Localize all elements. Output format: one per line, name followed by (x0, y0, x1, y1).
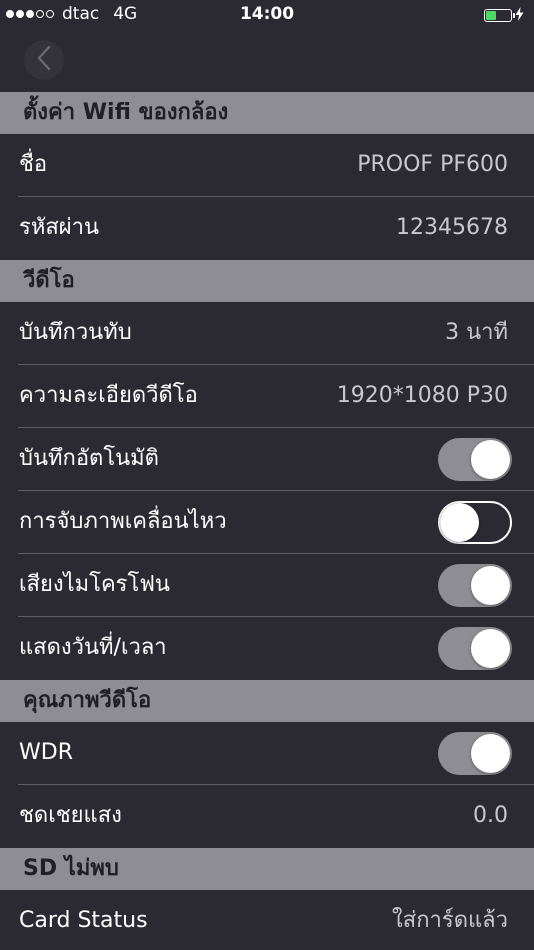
settings-row[interactable]: รหัสผ่าน 12345678 (0, 197, 534, 260)
row-label: รหัสผ่าน (19, 215, 100, 240)
toggle-switch[interactable] (438, 501, 512, 544)
settings-screen: dtac 4G 14:00 ตั้งค่า Wifi ของกล้องชื่อ P… (0, 0, 534, 950)
row-value: 1920*1080 P30 (336, 383, 508, 408)
settings-row[interactable]: แสดงวันที่/เวลา (0, 617, 534, 680)
battery-level (486, 11, 497, 20)
toggle-switch[interactable] (438, 732, 512, 775)
row-value: PROOF PF600 (357, 152, 508, 177)
row-label: ชื่อ (19, 152, 48, 177)
section-header: SD ไม่พบ (0, 848, 534, 890)
status-bar: dtac 4G 14:00 (0, 0, 534, 30)
toggle-switch[interactable] (438, 627, 512, 670)
toggle-knob (471, 566, 510, 605)
toggle-knob (471, 629, 510, 668)
row-value: 3 นาที (445, 320, 508, 345)
settings-row[interactable]: WDR (0, 722, 534, 785)
row-label: Card Status (19, 908, 148, 933)
toggle-knob (440, 503, 479, 542)
settings-row[interactable]: ชื่อ PROOF PF600 (0, 134, 534, 197)
settings-list: ตั้งค่า Wifi ของกล้องชื่อ PROOF PF600 รหัส… (0, 92, 534, 950)
row-label: เสียงไมโครโฟน (19, 572, 170, 597)
settings-row[interactable]: บันทึกอัตโนมัติ (0, 428, 534, 491)
back-button[interactable] (24, 40, 64, 80)
row-label: แสดงวันที่/เวลา (19, 635, 167, 660)
bolt-icon (515, 7, 524, 24)
row-value: ใส่การ์ดแล้ว (392, 908, 508, 933)
row-value: 0.0 (473, 803, 508, 828)
toggle-knob (471, 440, 510, 479)
battery-icon (484, 9, 515, 22)
chevron-left-icon (37, 45, 51, 75)
section-header: ตั้งค่า Wifi ของกล้อง (0, 92, 534, 134)
section-header: วีดีโอ (0, 260, 534, 302)
toggle-knob (471, 734, 510, 773)
settings-row[interactable]: Card Status ใส่การ์ดแล้ว (0, 890, 534, 950)
row-label: บันทึกวนทับ (19, 320, 132, 345)
row-label: ชดเชยแสง (19, 803, 122, 828)
status-time: 14:00 (239, 4, 295, 24)
settings-row[interactable]: การจับภาพเคลื่อนไหว (0, 491, 534, 554)
toggle-switch[interactable] (438, 564, 512, 607)
section-header: คุณภาพวีดีโอ (0, 680, 534, 722)
row-label: ความละเอียดวีดีโอ (19, 383, 198, 408)
settings-row[interactable]: ความละเอียดวีดีโอ 1920*1080 P30 (0, 365, 534, 428)
settings-row[interactable]: เสียงไมโครโฟน (0, 554, 534, 617)
row-label: บันทึกอัตโนมัติ (19, 446, 159, 471)
settings-row[interactable]: บันทึกวนทับ 3 นาที (0, 302, 534, 365)
row-value: 12345678 (396, 215, 508, 240)
status-right (484, 7, 524, 24)
nav-bar (0, 30, 534, 92)
row-label: การจับภาพเคลื่อนไหว (19, 509, 227, 534)
settings-row[interactable]: ชดเชยแสง 0.0 (0, 785, 534, 848)
row-label: WDR (19, 740, 73, 765)
toggle-switch[interactable] (438, 438, 512, 481)
